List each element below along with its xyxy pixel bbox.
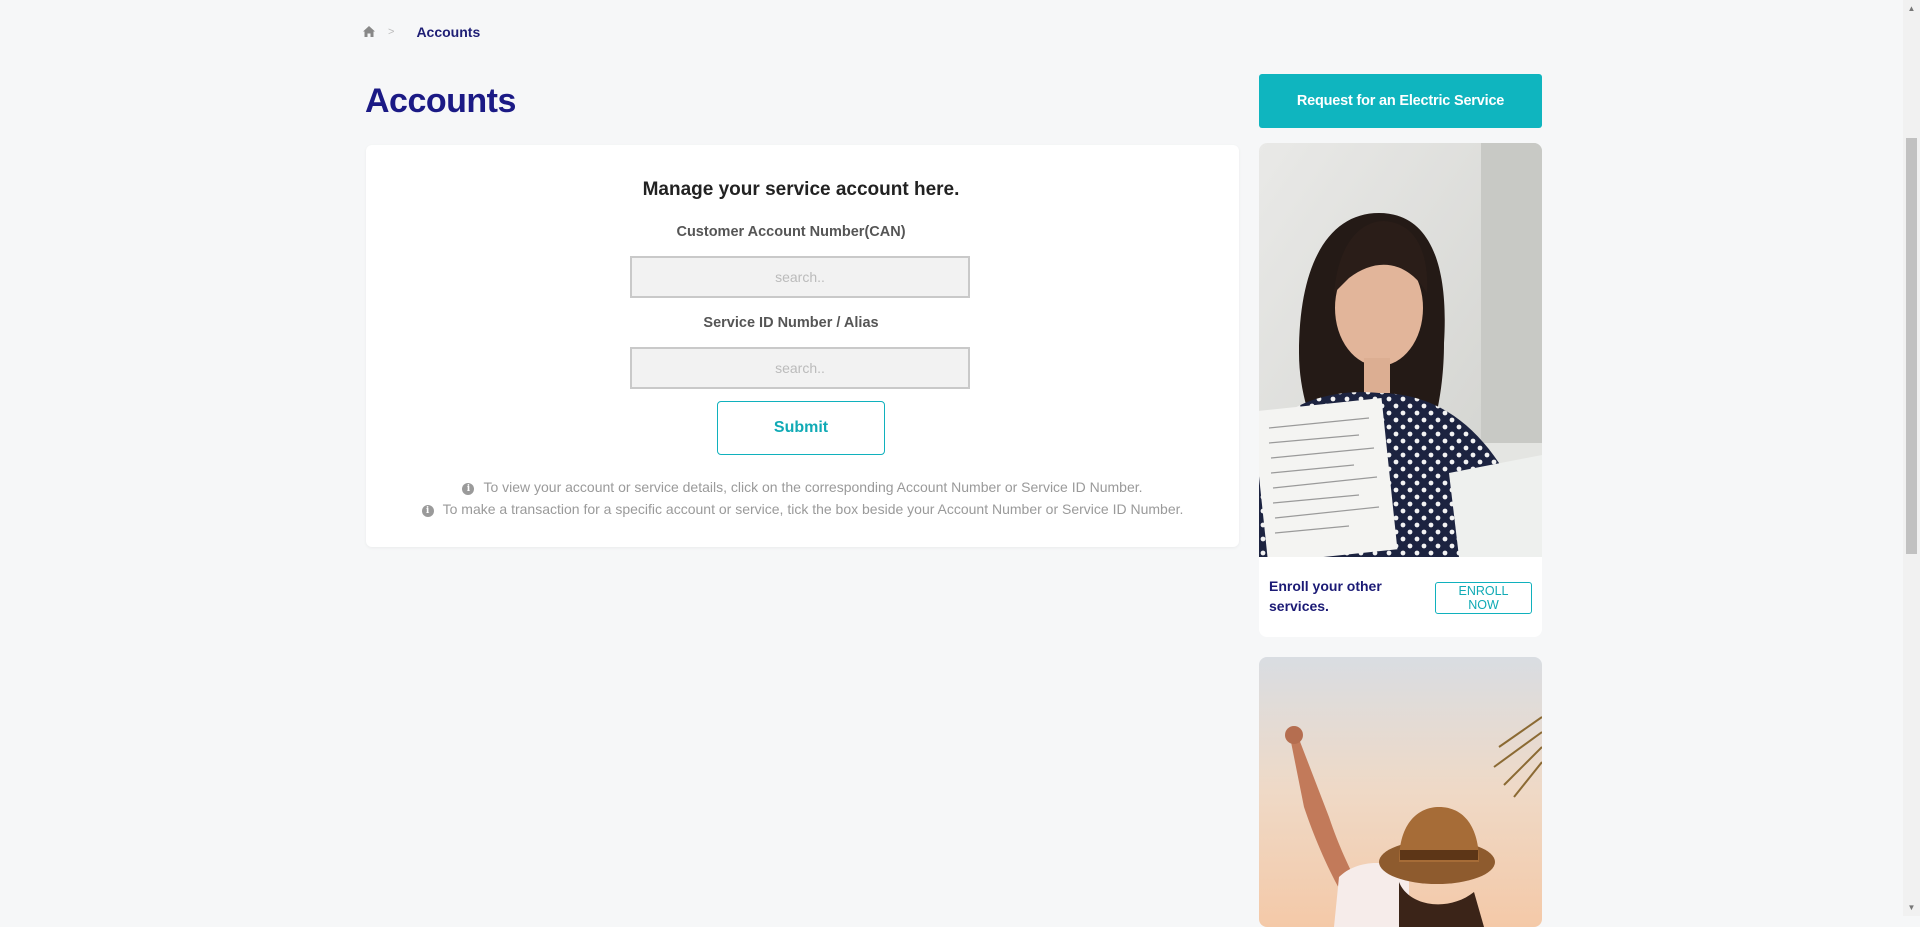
info-icon: i [462, 483, 475, 495]
page: > Accounts Accounts Manage your service … [0, 0, 1903, 927]
service-id-search-input[interactable] [630, 347, 970, 389]
breadcrumb-current: Accounts [416, 24, 481, 40]
scrollbar-thumb[interactable] [1906, 138, 1917, 554]
promo-text: Enroll your other services. [1269, 578, 1382, 614]
second-promo-card [1259, 657, 1542, 927]
breadcrumb: > Accounts [362, 24, 480, 40]
info-icon: i [421, 505, 434, 517]
card-heading: Manage your service account here. [642, 179, 960, 200]
request-electric-service-button[interactable]: Request for an Electric Service [1259, 74, 1542, 128]
enroll-promo-card: Enroll your other services. ENROLL NOW [1259, 143, 1542, 637]
enroll-now-button[interactable]: ENROLL NOW [1435, 582, 1532, 614]
breadcrumb-separator: > [388, 26, 395, 38]
can-search-input[interactable] [630, 256, 970, 298]
page-title: Accounts [365, 82, 516, 120]
scroll-down-arrow-icon[interactable]: ▼ [1903, 899, 1920, 916]
service-id-label: Service ID Number / Alias [703, 315, 879, 331]
info-note-view-text: To view your account or service details,… [483, 479, 1143, 495]
promo-photo-woman-with-bill [1259, 143, 1542, 557]
info-note-transaction: i To make a transaction for a specific ac… [366, 501, 1239, 517]
can-label: Customer Account Number(CAN) [676, 224, 906, 240]
home-icon[interactable] [362, 25, 376, 39]
account-search-card: Manage your service account here. Custom… [366, 145, 1239, 547]
info-note-view: i To view your account or service details… [366, 479, 1239, 495]
vertical-scrollbar[interactable]: ▲ ▼ [1903, 0, 1920, 916]
submit-button[interactable]: Submit [717, 401, 885, 455]
promo-photo-woman-with-hat [1259, 657, 1542, 927]
scroll-up-arrow-icon[interactable]: ▲ [1903, 0, 1920, 17]
info-note-transaction-text: To make a transaction for a specific acc… [442, 501, 1184, 517]
